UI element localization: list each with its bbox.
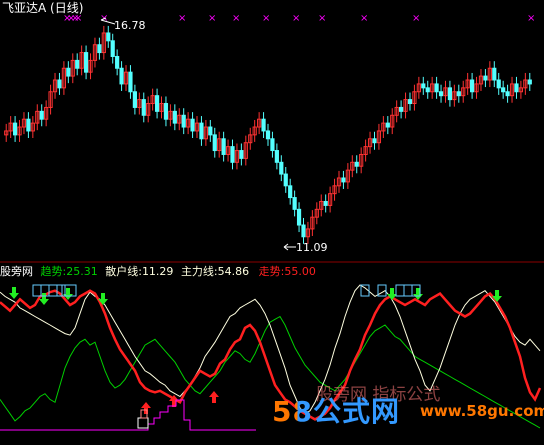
candle-body <box>470 79 475 93</box>
indicator-name: 股旁网 <box>0 265 33 278</box>
candle-body <box>292 197 297 210</box>
indicator-header: 股旁网 趋势:25.31 散户线:11.29 主力线:54.86 走势:55.0… <box>0 265 316 279</box>
marker-cross: × <box>208 13 216 24</box>
candle-body <box>66 67 71 77</box>
buy-arrow-icon <box>9 287 19 299</box>
candle-body <box>57 79 62 89</box>
candle-body <box>279 161 284 175</box>
signal-box <box>403 284 413 297</box>
candle-body <box>230 146 235 163</box>
volume-step-line <box>0 399 256 431</box>
candle-body <box>221 138 226 155</box>
candle-body <box>496 79 501 89</box>
candle-body <box>106 32 111 42</box>
high-price-label: 16.78 <box>114 19 146 32</box>
candle-body <box>132 91 137 108</box>
candle-body <box>128 71 133 93</box>
candle-body <box>501 87 506 93</box>
main-force-value: 54.86 <box>217 265 250 278</box>
candle-body <box>265 130 271 140</box>
watermark-big-text: 58公式网 <box>272 395 400 428</box>
candle-body <box>505 91 510 97</box>
marker-cross: × <box>232 13 240 24</box>
candle-body <box>483 75 488 81</box>
sell-arrow-icon <box>141 402 151 414</box>
signal-box <box>137 417 149 429</box>
candle-body <box>288 185 293 199</box>
candle-body <box>83 52 89 73</box>
candle-body <box>372 138 377 144</box>
chart-title: 飞亚达A (日线) <box>2 1 84 15</box>
candle-body <box>323 200 328 206</box>
candle-body <box>97 44 102 54</box>
marker-cross: × <box>527 13 535 24</box>
move-value: 55.00 <box>284 265 316 278</box>
candle-body <box>208 126 213 136</box>
candle-body <box>75 59 80 69</box>
candle-body <box>163 103 169 120</box>
low-pointer <box>283 243 296 251</box>
retail-value: 11.29 <box>141 265 174 278</box>
candle-body <box>239 150 244 159</box>
candle-body <box>199 122 204 140</box>
move-label: 走势: <box>258 265 285 278</box>
candle-body <box>385 122 390 128</box>
candle-body <box>110 40 115 57</box>
candle-body <box>172 110 177 124</box>
candle-body <box>39 110 44 120</box>
trend-value: 25.31 <box>66 265 98 278</box>
candle-body <box>492 67 497 81</box>
candle-body <box>26 118 31 132</box>
candle-body <box>514 83 519 93</box>
candle-body <box>119 67 124 85</box>
candle-body <box>434 83 439 93</box>
signal-box <box>395 284 405 297</box>
candle-body <box>115 55 120 69</box>
watermark-site: www.58gu.com <box>420 402 544 420</box>
chart-canvas[interactable]: ×××× × × × × × × × × × × <box>0 0 544 445</box>
candle-body <box>274 150 279 163</box>
candle-body <box>190 118 195 132</box>
stock-chart-window: × × × × × × × × × × × × × × 飞亚达A (日线) 16.78 11.09 股旁网… <box>0 0 544 445</box>
signal-box <box>32 284 42 297</box>
candlestick-series <box>4 25 532 244</box>
candle-body <box>425 87 430 93</box>
candle-body <box>456 91 461 97</box>
sell-arrow-icon <box>209 391 219 403</box>
marker-cross: × <box>412 13 420 24</box>
candle-body <box>399 106 404 112</box>
indicator-line <box>0 284 541 415</box>
candle-body <box>283 173 288 187</box>
watermark-logo: 58公式网 <box>272 390 400 430</box>
low-price-label: 11.09 <box>296 241 328 254</box>
candle-body <box>181 114 186 128</box>
candle-body <box>141 99 146 116</box>
candle-body <box>447 87 453 101</box>
candle-body <box>261 118 266 132</box>
candle-body <box>154 95 160 112</box>
candle-body <box>354 161 359 167</box>
marker-cross: × <box>292 13 300 24</box>
candle-body <box>270 138 275 152</box>
marker-cross: × <box>178 13 186 24</box>
candle-body <box>296 208 302 226</box>
main-force-label: 主力线: <box>180 265 218 278</box>
candle-body <box>421 83 426 89</box>
candle-body <box>527 79 532 85</box>
candle-body <box>212 134 217 152</box>
marker-cross: × <box>262 13 270 24</box>
trend-label: 趋势: <box>40 265 67 278</box>
candle-body <box>341 177 346 183</box>
marker-cross: × <box>318 13 326 24</box>
candle-body <box>438 91 444 97</box>
candle-body <box>407 99 413 105</box>
retail-label: 散户线: <box>105 265 142 278</box>
candle-body <box>12 122 18 136</box>
marker-cross: × <box>360 13 368 24</box>
candle-body <box>301 224 306 238</box>
